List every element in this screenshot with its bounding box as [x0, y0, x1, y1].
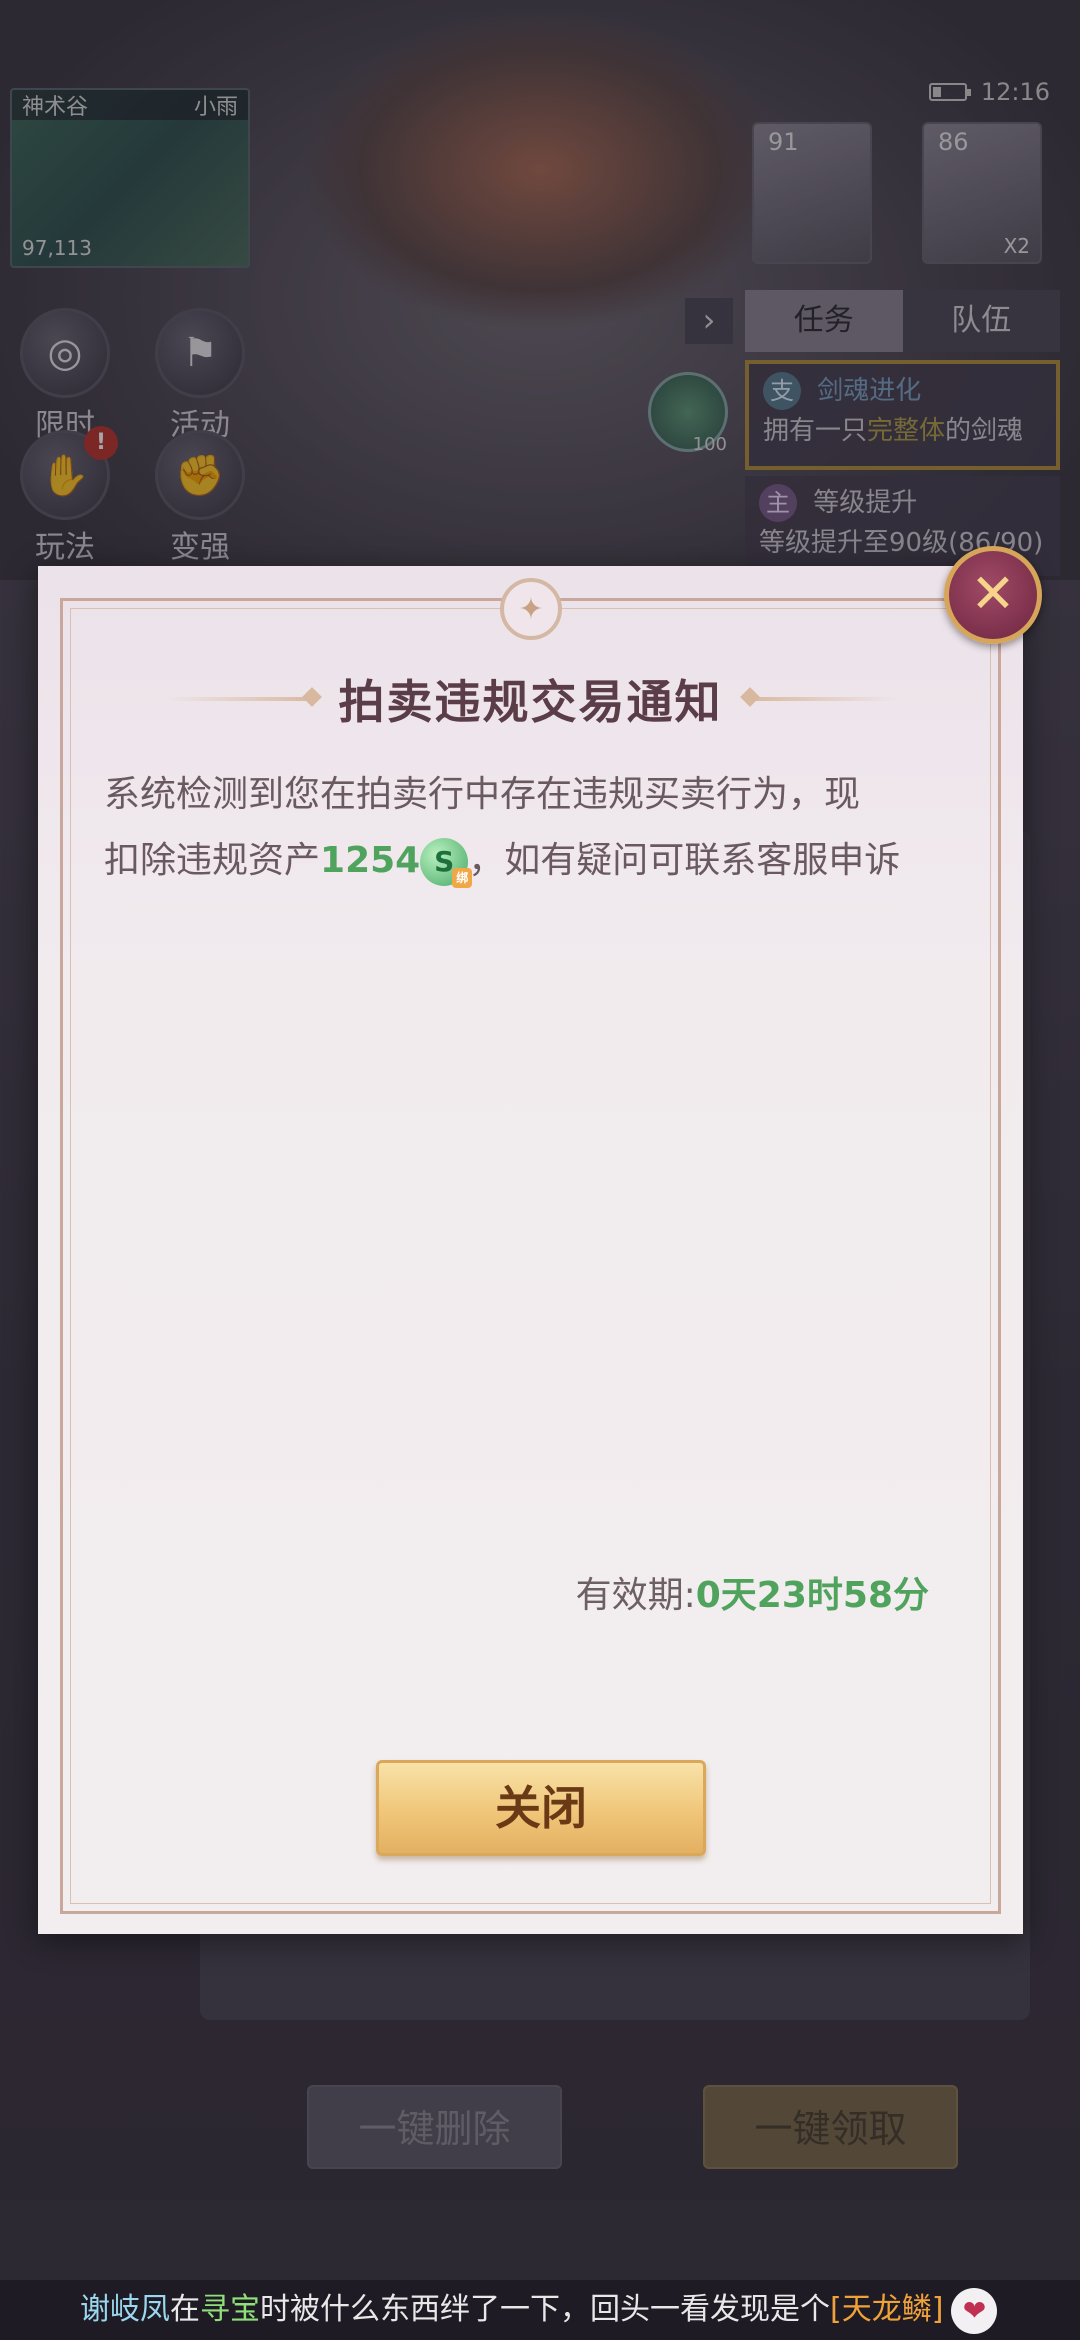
crest-icon: ✦: [500, 578, 562, 640]
broadcast-location[interactable]: 寻宝: [200, 2292, 260, 2327]
validity-label: 有效期:: [575, 1575, 696, 1616]
validity-period: 有效期:0天23时58分: [576, 1566, 929, 1618]
message-prefix: 扣除违规资产: [104, 840, 321, 881]
bound-tag: 绑: [452, 868, 473, 888]
close-button[interactable]: 关闭: [376, 1760, 706, 1856]
message-suffix: ，如有疑问可联系客服申诉: [468, 840, 901, 881]
emoji-icon: ❤: [951, 2287, 998, 2334]
world-broadcast: 谢岐凤在寻宝时被什么东西绊了一下，回头一看发现是个[天龙鳞] ❤: [0, 2280, 1080, 2340]
dialog-title-row: 拍卖违规交易通知: [38, 666, 1023, 732]
dialog-title: 拍卖违规交易通知: [338, 675, 723, 729]
message-line-2: 扣除违规资产1254 S 绑，如有疑问可联系客服申诉: [104, 828, 964, 894]
jade-coin-icon: S绑: [420, 838, 473, 888]
close-icon[interactable]: ✕: [944, 546, 1042, 644]
dialog-message: 系统检测到您在拍卖行中存在违规买卖行为，现 扣除违规资产1254 S 绑，如有疑问可…: [104, 762, 964, 894]
broadcast-item[interactable]: [天龙鳞]: [830, 2292, 943, 2327]
deducted-amount: 1254: [320, 840, 421, 881]
broadcast-text: 在: [170, 2292, 200, 2327]
validity-value: 0天23时58分: [695, 1575, 929, 1616]
message-line-1: 系统检测到您在拍卖行中存在违规买卖行为，现: [104, 774, 861, 815]
broadcast-player[interactable]: 谢岐凤: [80, 2292, 170, 2327]
title-ornament-right: [746, 697, 897, 701]
broadcast-text: 时被什么东西绊了一下，回头一看发现是个: [260, 2292, 830, 2327]
violation-notice-dialog: ✦ 拍卖违规交易通知 系统检测到您在拍卖行中存在违规买卖行为，现 扣除违规资产1…: [38, 546, 1042, 1934]
title-ornament-left: [164, 697, 315, 701]
